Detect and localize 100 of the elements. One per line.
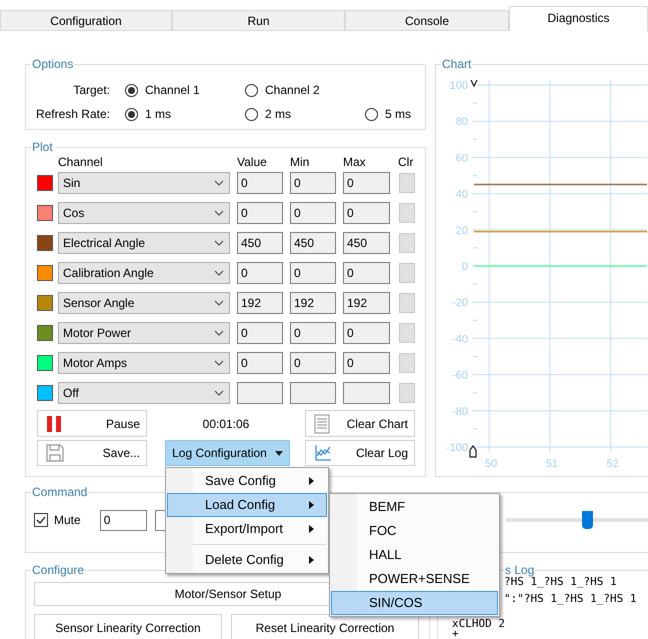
- menu-item[interactable]: HALL: [331, 543, 498, 567]
- channel-dropdown[interactable]: Motor Amps: [58, 352, 230, 374]
- correction-button[interactable]: Sensor Linearity Correction: [34, 614, 222, 639]
- channel-dropdown[interactable]: Off: [58, 382, 230, 404]
- color-swatch[interactable]: [37, 175, 53, 191]
- input-field[interactable]: 0: [237, 172, 283, 194]
- correction-button[interactable]: Reset Linearity Correction: [231, 614, 419, 639]
- group-title: Command: [31, 485, 88, 499]
- submenu-arrow-icon: [309, 525, 314, 533]
- input-field[interactable]: 0: [290, 322, 336, 344]
- channel-dropdown[interactable]: Cos: [58, 202, 230, 224]
- radio-button[interactable]: [245, 84, 258, 96]
- elapsed-time: 00:01:06: [202, 416, 250, 432]
- input-field[interactable]: 0: [237, 352, 283, 374]
- input-field[interactable]: [237, 382, 283, 404]
- menu-item[interactable]: Export/Import: [167, 517, 327, 541]
- input-field[interactable]: 0: [343, 262, 390, 284]
- radio-label: 5 ms: [385, 106, 412, 123]
- tab[interactable]: Diagnostics: [509, 6, 648, 31]
- input-field[interactable]: 450: [343, 232, 390, 254]
- color-swatch[interactable]: [37, 385, 53, 401]
- radio-button[interactable]: [245, 108, 258, 120]
- axis-tick-label: 100: [450, 80, 468, 92]
- color-swatch[interactable]: [37, 295, 53, 311]
- clear-toggle[interactable]: [399, 323, 415, 343]
- save-button[interactable]: Save...: [37, 440, 147, 466]
- submenu-arrow-icon: [309, 556, 314, 564]
- color-swatch[interactable]: [37, 235, 53, 251]
- input-field[interactable]: 0: [343, 202, 390, 224]
- clear-toggle[interactable]: [399, 263, 415, 283]
- color-swatch[interactable]: [37, 265, 53, 281]
- chevron-down-icon: [214, 270, 224, 276]
- checkbox-label: Mute: [54, 512, 82, 529]
- input-field[interactable]: 0: [237, 202, 283, 224]
- radio-button[interactable]: [125, 108, 138, 120]
- clear-toggle[interactable]: [399, 293, 415, 313]
- input-field[interactable]: 450: [290, 232, 336, 254]
- chevron-down-icon: [214, 360, 224, 366]
- menu-item[interactable]: POWER+SENSE: [331, 567, 498, 591]
- field-label: Refresh Rate:: [36, 106, 110, 123]
- input-field[interactable]: 0: [237, 322, 283, 344]
- log-configuration-button[interactable]: Log Configuration: [165, 440, 290, 466]
- axis-tick-label: -100: [446, 442, 468, 454]
- pause-button[interactable]: Pause: [37, 410, 147, 437]
- chevron-down-icon: [214, 210, 224, 216]
- input-field[interactable]: 192: [343, 292, 390, 314]
- cursor-marker-icon[interactable]: [469, 445, 477, 458]
- input-field[interactable]: 0: [290, 262, 336, 284]
- log-line: ":"?HS 1_?HS 1_?HS 1: [504, 592, 636, 605]
- menu-item[interactable]: BEMF: [331, 495, 498, 519]
- tab[interactable]: Run: [172, 10, 345, 31]
- clear-toggle[interactable]: [399, 203, 415, 223]
- channel-dropdown[interactable]: Electrical Angle: [58, 232, 230, 254]
- input-field[interactable]: 192: [290, 292, 336, 314]
- pause-icon: [46, 414, 62, 432]
- log-line: +: [452, 627, 459, 639]
- color-swatch[interactable]: [37, 355, 53, 371]
- input-field[interactable]: 192: [237, 292, 283, 314]
- clear-toggle[interactable]: [399, 233, 415, 253]
- channel-dropdown[interactable]: Calibration Angle: [58, 262, 230, 284]
- chevron-down-icon: [214, 330, 224, 336]
- menu-item[interactable]: Delete Config: [167, 548, 327, 572]
- input-field[interactable]: 450: [237, 232, 283, 254]
- channel-dropdown[interactable]: Motor Power: [58, 322, 230, 344]
- radio-button[interactable]: [125, 84, 138, 96]
- axis-tick-label: 20: [456, 224, 468, 237]
- channel-dropdown[interactable]: Sensor Angle: [58, 292, 230, 314]
- menu-item[interactable]: SIN/COS: [331, 591, 498, 615]
- channel-dropdown[interactable]: Sin: [58, 172, 230, 194]
- menu-item[interactable]: Load Config: [167, 493, 327, 517]
- input-field[interactable]: 0: [343, 352, 390, 374]
- input-field[interactable]: 0: [343, 322, 390, 344]
- input-field[interactable]: 0: [237, 262, 283, 284]
- clear-log-button[interactable]: Clear Log: [305, 440, 415, 466]
- input-field[interactable]: 0: [290, 352, 336, 374]
- radio-button[interactable]: [365, 108, 378, 120]
- cursor-marker-icon[interactable]: [470, 80, 478, 88]
- clear-toggle[interactable]: [399, 173, 415, 193]
- clear-chart-button[interactable]: Clear Chart: [305, 410, 415, 437]
- input-field[interactable]: 0: [290, 172, 336, 194]
- column-header: Min: [290, 155, 310, 169]
- color-swatch[interactable]: [37, 325, 53, 341]
- mute-checkbox[interactable]: [34, 513, 48, 527]
- input-field[interactable]: 0: [290, 202, 336, 224]
- group-title: Chart: [441, 58, 472, 71]
- tab[interactable]: Configuration: [0, 10, 172, 31]
- input-field[interactable]: 0: [343, 172, 390, 194]
- menu-item[interactable]: Save Config: [167, 469, 327, 493]
- tab[interactable]: Console: [345, 10, 509, 31]
- menu-item[interactable]: FOC: [331, 519, 498, 543]
- input-field[interactable]: [290, 382, 336, 404]
- color-swatch[interactable]: [37, 205, 53, 221]
- axis-tick-label: 51: [546, 458, 558, 470]
- slider-thumb[interactable]: [582, 511, 593, 529]
- setup-button[interactable]: Motor/Sensor Setup: [34, 582, 329, 606]
- input-field[interactable]: 0: [100, 510, 147, 530]
- input-field[interactable]: [343, 382, 390, 404]
- clear-toggle[interactable]: [399, 383, 415, 403]
- clear-toggle[interactable]: [399, 353, 415, 373]
- chevron-down-icon: [214, 300, 224, 306]
